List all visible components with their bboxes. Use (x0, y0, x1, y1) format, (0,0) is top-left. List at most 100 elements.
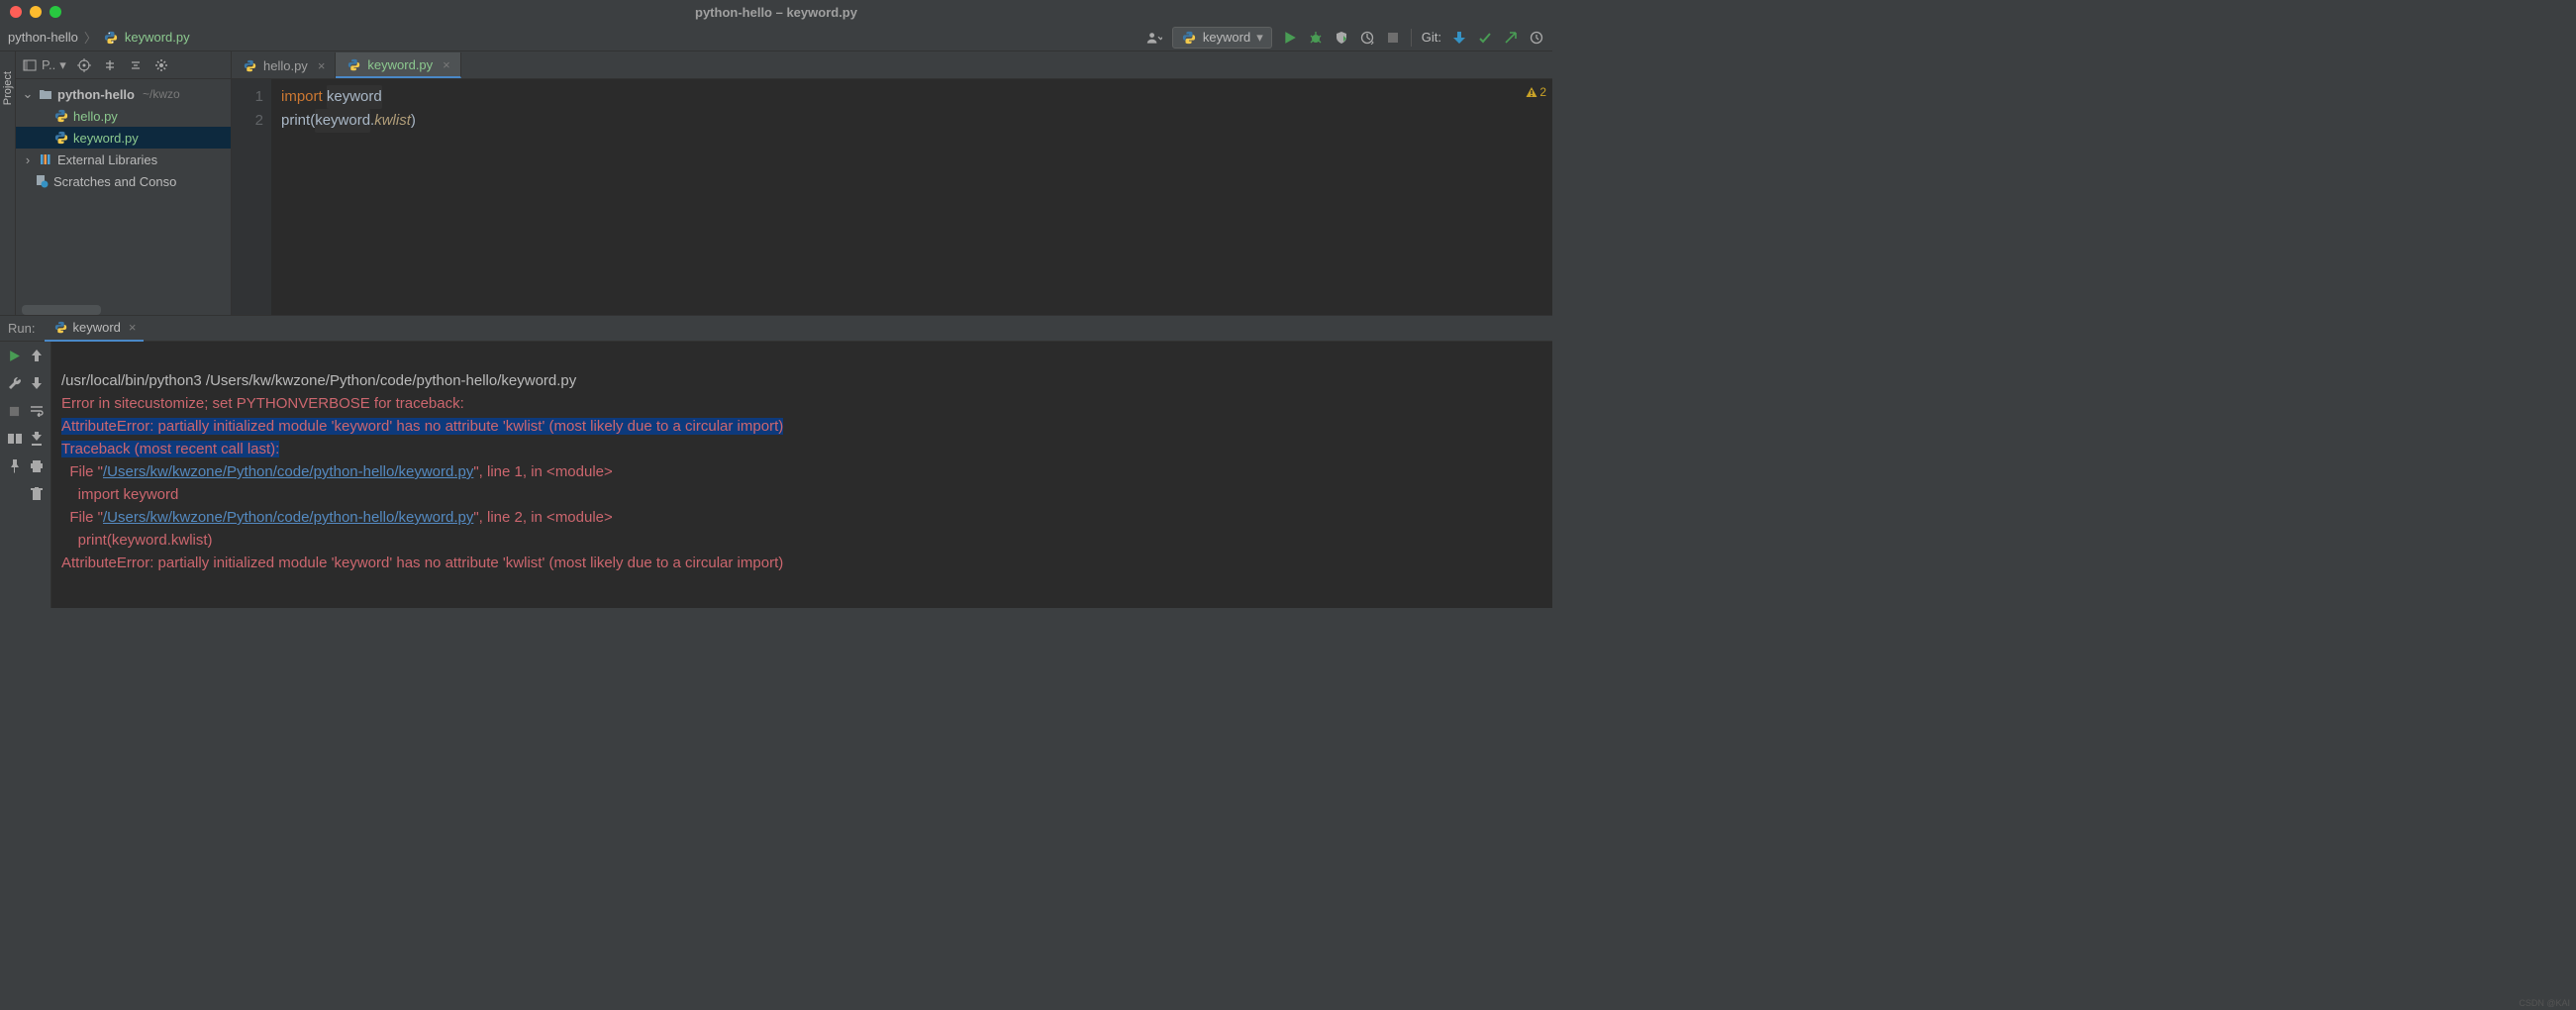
console-file-suffix: ", line 2, in <module> (473, 509, 612, 526)
console-file-suffix: ", line 1, in <module> (473, 463, 612, 480)
pin-icon[interactable] (7, 458, 23, 474)
arrow-up-icon[interactable] (29, 348, 45, 363)
run-window-title: Run: (8, 321, 35, 336)
project-name: python-hello (57, 87, 135, 102)
git-commit-button[interactable] (1477, 30, 1493, 46)
git-push-button[interactable] (1503, 30, 1519, 46)
window-titlebar: python-hello – keyword.py (0, 0, 1552, 24)
breadcrumb-project[interactable]: python-hello (8, 30, 78, 45)
debug-button[interactable] (1308, 30, 1324, 46)
scroll-to-end-icon[interactable] (29, 431, 45, 447)
python-file-icon (53, 108, 69, 124)
tab-close-icon[interactable]: × (318, 58, 326, 73)
locate-icon[interactable] (76, 57, 92, 73)
settings-gear-icon[interactable] (153, 57, 169, 73)
soft-wrap-icon[interactable] (29, 403, 45, 419)
python-file-icon (103, 30, 119, 46)
sidebar-view-label[interactable]: P.. (42, 57, 55, 72)
run-tool-window: Run: keyword × (0, 315, 1552, 608)
close-window-button[interactable] (10, 6, 22, 18)
editor-tab-hello[interactable]: hello.py × (232, 52, 336, 78)
tab-close-icon[interactable]: × (443, 57, 450, 72)
line-number: 2 (232, 109, 263, 133)
print-icon[interactable] (29, 458, 45, 474)
zoom-window-button[interactable] (50, 6, 61, 18)
console-line: /usr/local/bin/python3 /Users/kw/kwzone/… (61, 372, 576, 389)
window-title: python-hello – keyword.py (695, 5, 857, 20)
code-paren: ) (411, 112, 416, 129)
watermark-text: CSDN @KAI (2519, 998, 2570, 1008)
run-button[interactable] (1282, 30, 1298, 46)
run-tab-label: keyword (72, 320, 120, 335)
run-tab-close-icon[interactable]: × (129, 320, 137, 335)
stop-button (1385, 30, 1401, 46)
code-editor[interactable]: 1 2 import keyword print(keyword.kwlist)… (232, 79, 1552, 315)
line-number: 1 (232, 85, 263, 109)
run-configuration-selector[interactable]: keyword ▾ (1172, 27, 1272, 49)
project-view-icon (22, 57, 38, 73)
python-file-icon (346, 56, 361, 72)
external-libraries-label: External Libraries (57, 152, 157, 167)
git-label: Git: (1422, 30, 1441, 45)
code-identifier: keyword (315, 112, 370, 129)
project-path: ~/kwzo (143, 87, 180, 101)
trash-icon[interactable] (29, 486, 45, 502)
console-file-link[interactable]: /Users/kw/kwzone/Python/code/python-hell… (103, 463, 473, 480)
tab-label: hello.py (263, 58, 308, 73)
tree-scratches[interactable]: Scratches and Conso (16, 170, 231, 192)
console-output[interactable]: /usr/local/bin/python3 /Users/kw/kwzone/… (51, 342, 1552, 608)
tree-file-keyword[interactable]: keyword.py (16, 127, 231, 149)
tree-file-hello[interactable]: hello.py (16, 105, 231, 127)
folder-icon (38, 86, 53, 102)
inspection-warning-indicator[interactable]: 2 (1526, 85, 1546, 99)
console-error-highlighted: AttributeError: partially initialized mo… (61, 418, 783, 435)
run-config-label: keyword (1203, 30, 1250, 45)
project-toolwindow-stripe[interactable]: Project (0, 51, 16, 315)
console-traceback-header: Traceback (most recent call last): (61, 441, 279, 457)
library-icon (38, 152, 53, 167)
editor-tab-keyword[interactable]: keyword.py × (336, 52, 460, 78)
project-sidebar: P.. ▾ ⌄ python-hello ~/kwzo hello.py (16, 51, 232, 315)
breadcrumb-separator: 〉 (84, 28, 97, 47)
profile-button[interactable] (1359, 30, 1375, 46)
minimize-window-button[interactable] (30, 6, 42, 18)
horizontal-scrollbar[interactable] (22, 305, 101, 315)
warning-count: 2 (1539, 85, 1546, 99)
console-source-line: print(keyword.kwlist) (61, 532, 213, 549)
python-icon (52, 320, 68, 336)
chevron-down-icon: ▾ (59, 57, 66, 73)
scratch-icon (34, 173, 50, 189)
editor-gutter: 1 2 (232, 79, 271, 315)
project-stripe-label: Project (2, 71, 14, 105)
editor-tabbar: hello.py × keyword.py × (232, 51, 1552, 79)
git-history-button[interactable] (1529, 30, 1544, 46)
console-file-link[interactable]: /Users/kw/kwzone/Python/code/python-hell… (103, 509, 473, 526)
run-tab[interactable]: keyword × (45, 316, 144, 342)
breadcrumb-file[interactable]: keyword.py (125, 30, 190, 45)
expand-all-icon[interactable] (102, 57, 118, 73)
layout-icon[interactable] (7, 431, 23, 447)
chevron-down-icon[interactable]: ⌄ (22, 86, 34, 102)
code-identifier: keyword (327, 88, 382, 105)
breadcrumb[interactable]: python-hello 〉 keyword.py (8, 28, 190, 47)
collapse-all-icon[interactable] (128, 57, 144, 73)
chevron-right-icon[interactable]: › (22, 152, 34, 167)
coverage-button[interactable] (1334, 30, 1349, 46)
user-dropdown-icon[interactable] (1146, 30, 1162, 46)
git-update-button[interactable] (1451, 30, 1467, 46)
wrench-icon[interactable] (7, 375, 23, 391)
python-file-icon (53, 130, 69, 146)
console-file-prefix: File " (61, 463, 103, 480)
tab-label: keyword.py (367, 57, 433, 72)
editor-content[interactable]: import keyword print(keyword.kwlist) (271, 79, 1552, 315)
console-error-line: AttributeError: partially initialized mo… (61, 555, 783, 571)
rerun-button[interactable] (7, 348, 23, 363)
tree-external-libraries[interactable]: › External Libraries (16, 149, 231, 170)
arrow-down-icon[interactable] (29, 375, 45, 391)
tree-project-root[interactable]: ⌄ python-hello ~/kwzo (16, 83, 231, 105)
project-tree[interactable]: ⌄ python-hello ~/kwzo hello.py keyword.p… (16, 79, 231, 196)
console-source-line: import keyword (61, 486, 178, 503)
python-icon (1181, 30, 1197, 46)
code-keyword: import (281, 88, 323, 105)
file-label: keyword.py (73, 131, 139, 146)
